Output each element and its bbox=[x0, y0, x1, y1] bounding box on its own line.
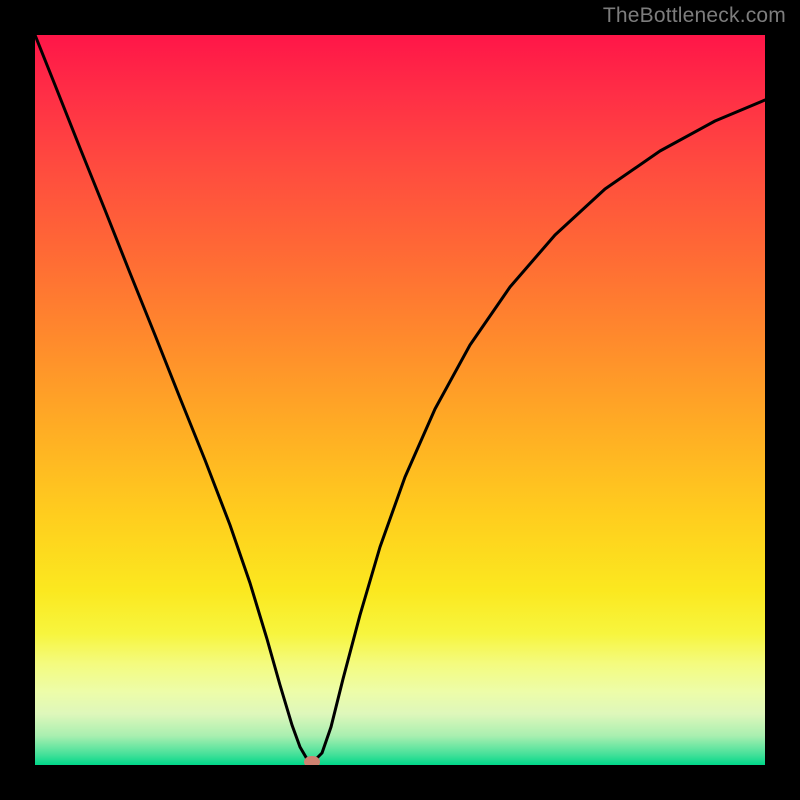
plot-area bbox=[35, 35, 765, 765]
bottleneck-curve bbox=[35, 35, 765, 761]
chart-frame: TheBottleneck.com bbox=[0, 0, 800, 800]
curve-svg bbox=[35, 35, 765, 765]
minimum-marker bbox=[304, 756, 320, 765]
watermark-text: TheBottleneck.com bbox=[603, 4, 786, 28]
